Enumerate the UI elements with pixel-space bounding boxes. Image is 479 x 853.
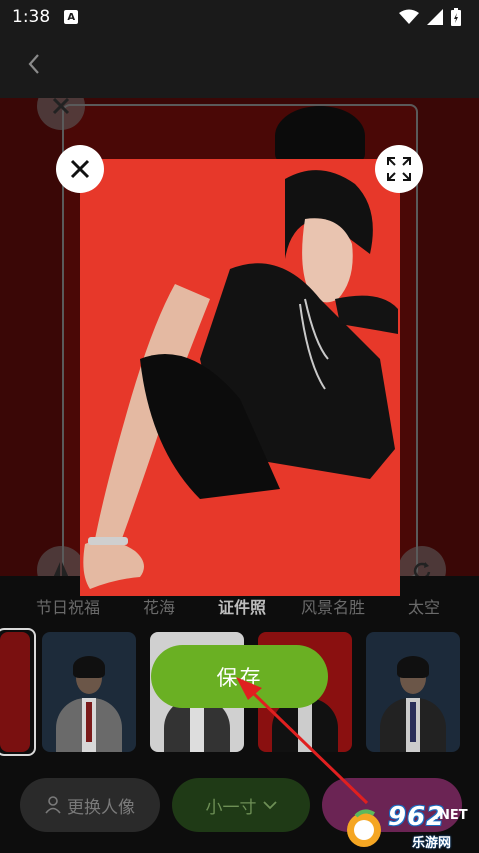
- close-preview-button[interactable]: [56, 145, 104, 193]
- fullscreen-icon: [387, 157, 411, 181]
- person-icon: [45, 796, 61, 814]
- category-tabs: 节日祝福 花海 证件照 风景名胜 太空: [0, 594, 479, 622]
- template-person: [380, 652, 446, 752]
- change-portrait-label: 更换人像: [67, 797, 135, 818]
- size-selector[interactable]: 小一寸: [172, 778, 310, 832]
- template-thumb[interactable]: [0, 632, 30, 752]
- preview-image: [80, 159, 400, 596]
- save-button[interactable]: 保存: [151, 645, 328, 708]
- status-bar: 1:38 A: [0, 0, 479, 34]
- change-portrait-button[interactable]: 更换人像: [20, 778, 160, 832]
- template-thumb[interactable]: [42, 632, 136, 752]
- tab-scenery[interactable]: 风景名胜: [301, 594, 365, 618]
- tab-flowers[interactable]: 花海: [143, 594, 175, 618]
- expand-preview-button[interactable]: [375, 145, 423, 193]
- flip-icon: [53, 562, 69, 576]
- template-thumb[interactable]: [366, 632, 460, 752]
- tab-id-photo[interactable]: 证件照: [218, 594, 266, 618]
- watermark-logo-icon: [347, 809, 381, 847]
- signal-icon: [427, 9, 443, 25]
- status-time: 1:38: [12, 7, 51, 27]
- tab-space[interactable]: 太空: [408, 594, 440, 618]
- watermark-site: 乐游网: [412, 836, 452, 851]
- chevron-left-icon: [28, 54, 39, 74]
- template-person: [56, 652, 122, 752]
- chevron-down-icon: [262, 801, 277, 810]
- site-watermark: 962 .NET 乐游网: [338, 800, 476, 852]
- tab-festival[interactable]: 节日祝福: [36, 594, 100, 618]
- size-label: 小一寸: [205, 797, 257, 818]
- app-header: [0, 34, 479, 98]
- portrait-photo: [83, 170, 398, 589]
- battery-icon: [451, 8, 461, 26]
- save-button-label: 保存: [216, 665, 263, 690]
- wifi-icon: [399, 9, 419, 24]
- close-icon: [70, 159, 90, 179]
- watermark-suffix: .NET: [434, 808, 468, 823]
- close-icon: [52, 98, 70, 115]
- back-button[interactable]: [18, 48, 50, 80]
- notification-badge: A: [64, 10, 79, 24]
- rotate-icon: [413, 562, 431, 576]
- status-icons: [399, 8, 461, 26]
- editor-photo-subject: [275, 106, 365, 166]
